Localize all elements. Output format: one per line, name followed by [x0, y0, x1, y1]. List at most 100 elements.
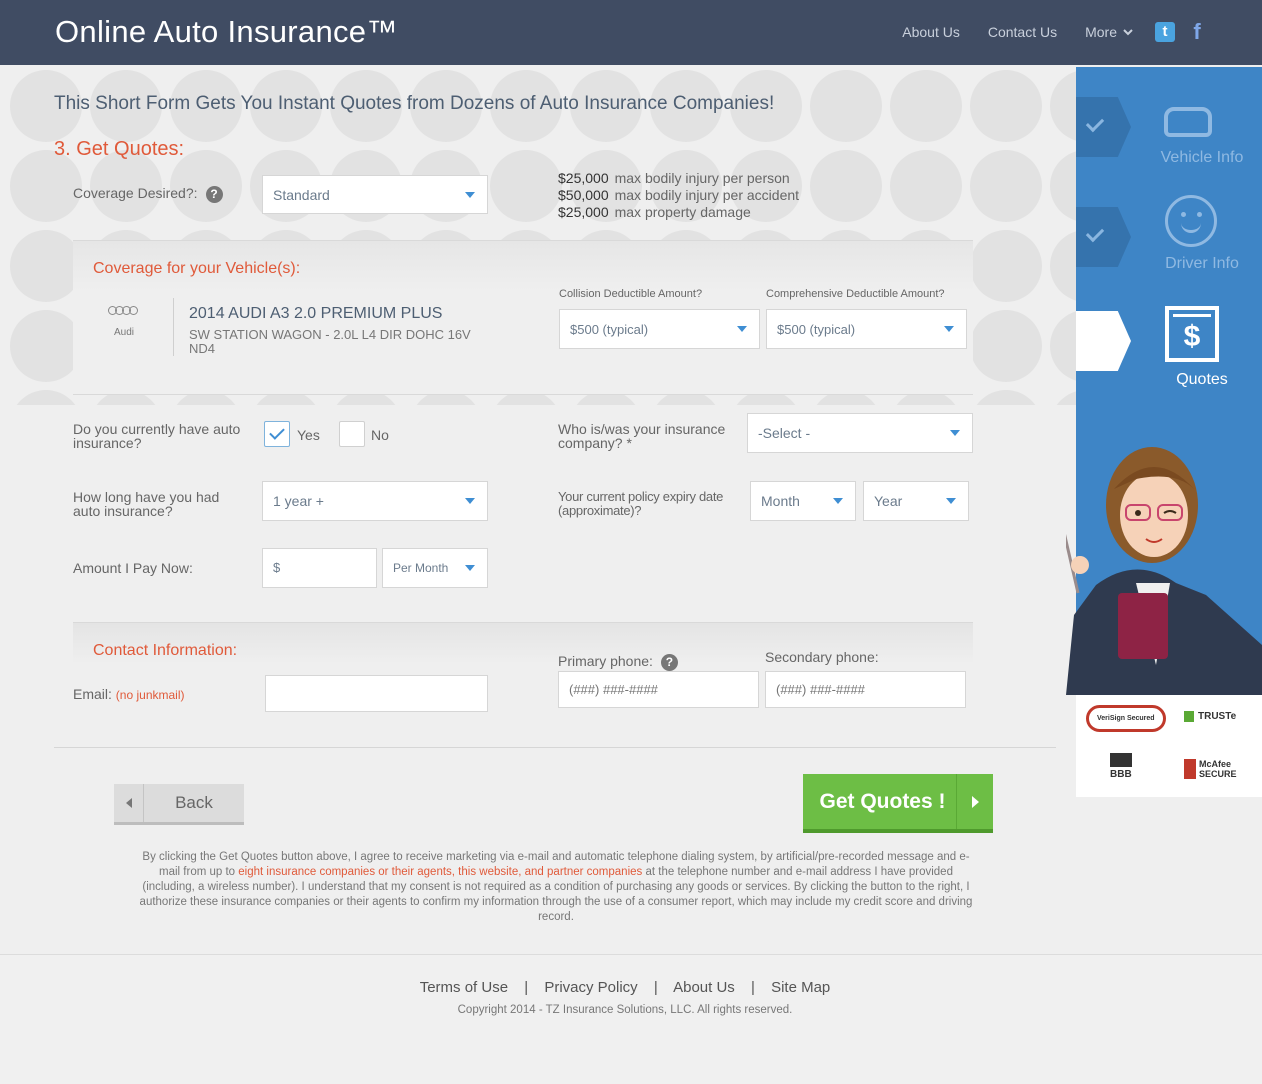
vehicle-description: SW STATION WAGON - 2.0L L4 DIR DOHC 16V …: [189, 327, 471, 356]
limit-text: max bodily injury per person: [614, 170, 790, 186]
step-label: Driver Info: [1165, 255, 1239, 272]
secondary-phone-input[interactable]: [765, 671, 966, 708]
caret-down-icon: [944, 326, 954, 332]
car-make: Audi: [113, 327, 134, 338]
decorative-circle: [1050, 230, 1076, 302]
year-select[interactable]: Year: [863, 481, 969, 521]
primary-phone-label-text: Primary phone:: [558, 653, 653, 670]
month-select[interactable]: Month: [750, 481, 856, 521]
verisign-badge: VeriSign Secured: [1086, 705, 1166, 732]
facebook-icon[interactable]: f: [1187, 21, 1207, 43]
no-checkbox[interactable]: [339, 421, 365, 447]
amount-label: Amount I Pay Now:: [73, 560, 193, 576]
comprehensive-select[interactable]: $500 (typical): [766, 309, 967, 349]
top-nav: About Us Contact Us More t f: [902, 21, 1207, 43]
yes-label: Yes: [297, 427, 320, 443]
legal-disclaimer: By clicking the Get Quotes button above,…: [135, 850, 977, 925]
footer-privacy-link[interactable]: Privacy Policy: [544, 979, 637, 996]
help-icon[interactable]: ?: [660, 654, 678, 671]
coverage-label-text: Coverage Desired?:: [73, 185, 198, 202]
coverage-label: Coverage Desired?:?: [73, 186, 223, 203]
bbb-badge: BBB: [1110, 753, 1132, 780]
step-label: Vehicle Info: [1160, 149, 1244, 166]
back-button[interactable]: Back: [114, 784, 244, 825]
copyright: Copyright 2014 - TZ Insurance Solutions,…: [457, 1004, 793, 1016]
decorative-circle: [890, 150, 962, 222]
limit-amount: $50,000: [558, 187, 609, 203]
decorative-circle: [970, 230, 1042, 302]
collision-label: Collision Deductible Amount?: [559, 288, 703, 300]
caret-down-icon: [465, 191, 475, 198]
decorative-circle: [970, 310, 1042, 382]
back-button-label: Back: [175, 793, 213, 812]
coverage-value: Standard: [273, 186, 330, 203]
decorative-circle: [1050, 390, 1076, 405]
company-select[interactable]: -Select -: [747, 413, 973, 453]
period-value: Per Month: [393, 561, 449, 575]
site-logo[interactable]: Online Auto Insurance™: [55, 14, 398, 50]
email-input[interactable]: [265, 675, 488, 712]
contact-section-title: Contact Information:: [93, 642, 238, 659]
divider: [173, 298, 174, 356]
footer-links: Terms of Use | Privacy Policy | About Us…: [0, 979, 1250, 996]
no-label: No: [371, 427, 389, 443]
decorative-circle: [970, 150, 1042, 222]
decorative-circle: [10, 390, 82, 405]
amount-prefix: $: [273, 560, 281, 575]
primary-phone-input[interactable]: [558, 671, 759, 708]
nav-contact-us[interactable]: Contact Us: [988, 24, 1057, 40]
collision-select[interactable]: $500 (typical): [559, 309, 760, 349]
twitter-icon[interactable]: t: [1155, 22, 1175, 42]
month-value: Month: [761, 493, 800, 509]
limit-text: max property damage: [614, 204, 751, 220]
email-note: (no junkmail): [115, 688, 185, 702]
dollar-document-icon: $: [1165, 306, 1219, 362]
trust-badges: VeriSign Secured TRUSTe BBB McAfee SECUR…: [1076, 695, 1262, 797]
audi-rings-icon: [108, 306, 140, 315]
get-quotes-label: Get Quotes !: [819, 789, 946, 813]
footer-about-link[interactable]: About Us: [673, 979, 735, 996]
comprehensive-value: $500 (typical): [777, 321, 856, 337]
caret-down-icon: [465, 498, 475, 504]
assistant-illustration: [1066, 447, 1262, 695]
arrow-right-icon: [956, 774, 993, 829]
coverage-limits: $25,000 max bodily injury per person $50,…: [558, 170, 799, 221]
caret-down-icon: [946, 498, 956, 504]
vehicle-section-title: Coverage for your Vehicle(s):: [93, 260, 301, 277]
nav-about-us[interactable]: About Us: [902, 24, 960, 40]
limit-row: $25,000 max property damage: [558, 204, 799, 221]
partner-companies-link[interactable]: eight insurance companies or their agent…: [238, 866, 642, 878]
step-chevron: [1076, 311, 1131, 371]
company-label: Who is/was your insurance company? *: [558, 421, 726, 451]
footer-separator: |: [653, 979, 658, 996]
decorative-circle: [1050, 70, 1076, 142]
decorative-circle: [970, 390, 1042, 405]
how-long-value: 1 year +: [273, 493, 324, 509]
footer-terms-link[interactable]: Terms of Use: [420, 979, 508, 996]
chevron-down-icon: [1123, 28, 1133, 35]
year-value: Year: [874, 493, 903, 509]
amount-input[interactable]: $: [262, 548, 377, 588]
step-chevron: [1076, 207, 1131, 267]
coverage-select[interactable]: Standard: [262, 175, 488, 214]
help-icon[interactable]: ?: [205, 186, 223, 203]
nav-more[interactable]: More: [1085, 24, 1133, 40]
caret-down-icon: [465, 565, 475, 571]
period-select[interactable]: Per Month: [382, 548, 488, 588]
top-bar: Online Auto Insurance™ About Us Contact …: [0, 0, 1262, 65]
yes-checkbox[interactable]: [264, 421, 290, 447]
truste-badge: TRUSTe: [1184, 711, 1236, 722]
limit-row: $50,000 max bodily injury per accident: [558, 187, 799, 204]
audi-logo: Audi: [108, 306, 140, 338]
limit-text: max bodily injury per accident: [614, 187, 800, 203]
primary-phone-label: Primary phone:?: [558, 654, 678, 671]
company-value: -Select -: [758, 425, 811, 441]
how-long-select[interactable]: 1 year +: [262, 481, 488, 521]
caret-down-icon: [950, 430, 960, 436]
smiley-icon: [1165, 195, 1217, 247]
footer-sitemap-link[interactable]: Site Map: [771, 979, 830, 996]
car-icon: [1164, 107, 1212, 137]
nav-more-label: More: [1085, 24, 1117, 40]
get-quotes-button[interactable]: Get Quotes !: [803, 774, 993, 833]
decorative-circle: [1050, 150, 1076, 222]
